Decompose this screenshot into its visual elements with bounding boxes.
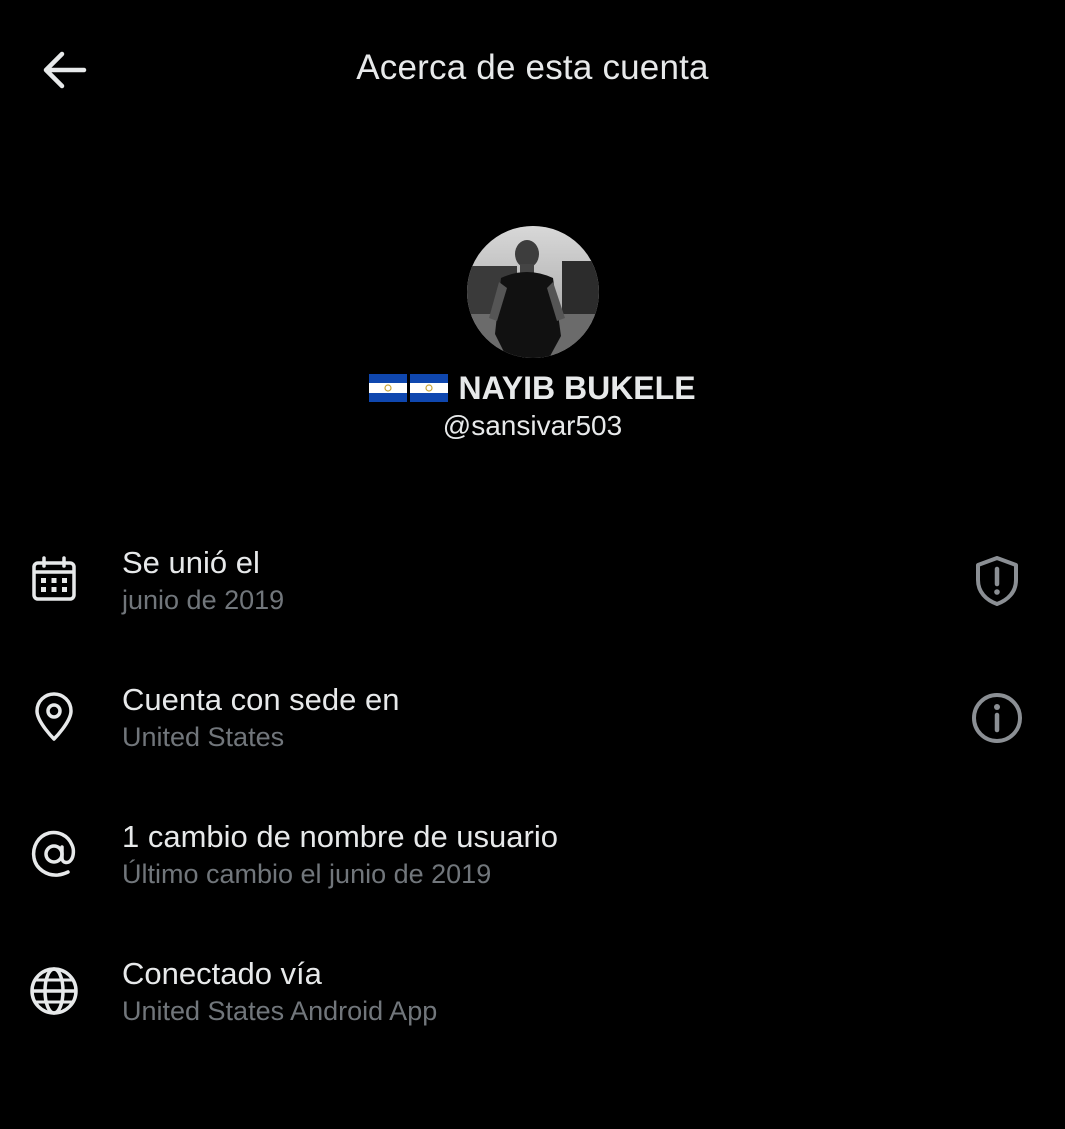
- el-salvador-flag-icon: [410, 374, 449, 402]
- location-pin-icon: [26, 689, 82, 745]
- connected-via-label: Conectado vía: [122, 956, 322, 991]
- info-icon[interactable]: [966, 687, 1028, 749]
- calendar-icon: [26, 552, 82, 608]
- profile-section: NAYIB BUKELE @sansivar503: [0, 226, 1065, 442]
- top-bar: Acerca de esta cuenta: [0, 0, 1065, 140]
- at-sign-icon: [26, 826, 82, 882]
- display-name: NAYIB BUKELE: [0, 368, 1065, 408]
- location-value: United States: [122, 722, 285, 752]
- list-item-username-changes: 1 cambio de nombre de usuario Último cam…: [0, 804, 1065, 941]
- user-handle: @sansivar503: [442, 410, 623, 441]
- list-item-connected-via: Conectado vía United States Android App: [0, 941, 1065, 1078]
- avatar-photo: [466, 226, 599, 358]
- username-changes-label: 1 cambio de nombre de usuario: [122, 819, 558, 854]
- connected-via-value: United States Android App: [122, 996, 438, 1026]
- joined-date: junio de 2019: [122, 585, 285, 615]
- globe-icon: [26, 963, 82, 1019]
- avatar[interactable]: [466, 226, 599, 358]
- account-info-list: Se unió el junio de 2019 Cuenta con sede…: [0, 530, 1065, 1078]
- joined-label: Se unió el: [122, 545, 260, 580]
- page-title: Acerca de esta cuenta: [356, 48, 709, 87]
- list-item-joined: Se unió el junio de 2019: [0, 530, 1065, 667]
- display-name-text: NAYIB BUKELE: [458, 369, 696, 406]
- list-item-location: Cuenta con sede en United States: [0, 667, 1065, 804]
- location-label: Cuenta con sede en: [122, 682, 400, 717]
- shield-alert-icon[interactable]: [966, 550, 1028, 612]
- el-salvador-flag-icon: [369, 374, 408, 402]
- username-changes-date: Último cambio el junio de 2019: [122, 859, 492, 889]
